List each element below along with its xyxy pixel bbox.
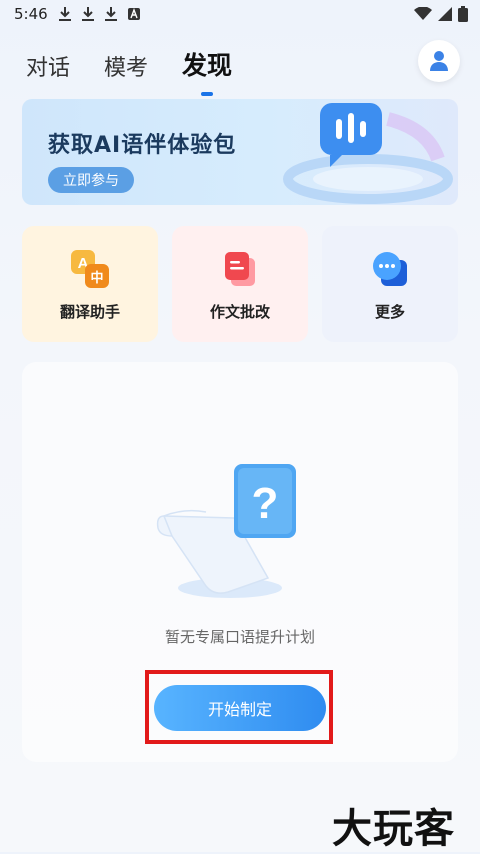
top-tabs: 对话 模考 发现	[26, 46, 233, 96]
banner-title: 获取AI语伴体验包	[48, 133, 237, 158]
signal-icon	[438, 7, 452, 21]
translate-assistant-label: 翻译助手	[59, 303, 120, 321]
start-plan-button[interactable]: 开始制定	[154, 685, 326, 731]
avatar[interactable]	[418, 40, 460, 82]
tab-mock-exam[interactable]: 模考	[104, 50, 148, 82]
essay-correction-card[interactable]: 作文批改	[172, 226, 308, 342]
chat-bubble-illustration	[283, 103, 453, 204]
translate-icon: A 中	[71, 250, 109, 288]
tab-indicator	[201, 92, 214, 96]
essay-icon	[225, 252, 255, 286]
watermark: 大玩客	[332, 806, 455, 852]
status-time: 5:46	[14, 5, 48, 23]
tab-discover[interactable]: 发现	[182, 46, 233, 96]
svg-text:?: ?	[252, 479, 279, 528]
system-icons	[414, 6, 468, 22]
download-icon	[105, 7, 117, 21]
download-icon	[82, 7, 94, 21]
user-icon	[430, 51, 448, 71]
more-label: 更多	[374, 303, 405, 321]
tab-chat[interactable]: 对话	[26, 50, 70, 82]
promo-banner[interactable]: 获取AI语伴体验包 立即参与	[22, 99, 458, 205]
notification-icons	[58, 6, 141, 22]
question-scroll-illustration: ?	[156, 464, 296, 598]
more-icon	[373, 252, 407, 286]
status-bar: 5:46	[0, 0, 480, 28]
translate-assistant-card[interactable]: A 中 翻译助手	[22, 226, 158, 342]
essay-correction-label: 作文批改	[209, 303, 270, 321]
app-notification-icon	[128, 8, 140, 20]
empty-plan-text: 暂无专属口语提升计划	[164, 628, 315, 646]
more-card[interactable]: 更多	[322, 226, 458, 342]
join-now-button[interactable]: 立即参与	[48, 167, 134, 193]
wifi-icon	[414, 7, 432, 20]
tab-discover-label: 发现	[182, 51, 233, 80]
battery-icon	[458, 6, 468, 22]
svg-text:中: 中	[90, 270, 103, 286]
download-icon	[59, 7, 71, 21]
